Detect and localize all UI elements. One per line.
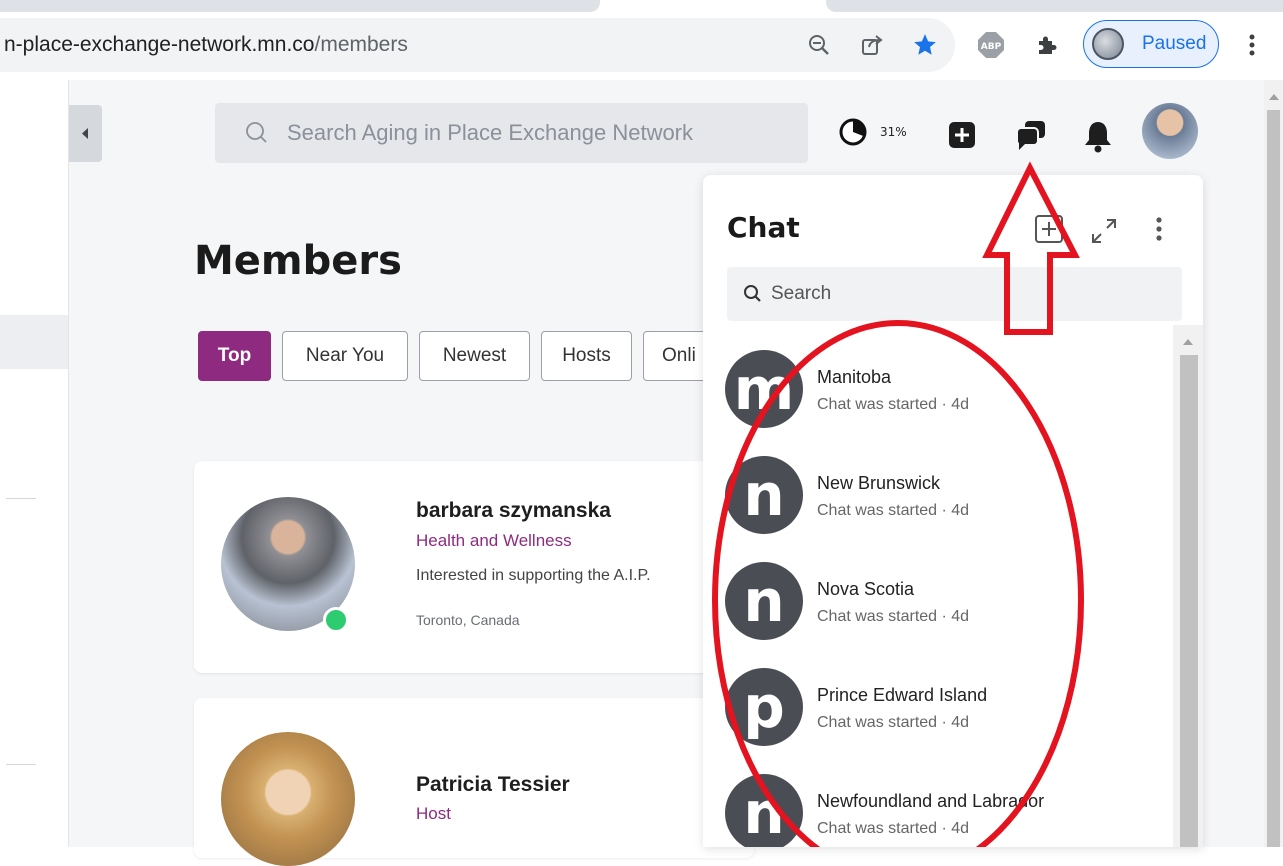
community-search-input[interactable]: Search Aging in Place Exchange Network — [215, 103, 808, 163]
chat-status-line: Chat was started · 4d — [817, 820, 970, 837]
chat-status: Chat was started — [817, 820, 938, 837]
chat-name: Newfoundland and Labrador — [817, 791, 1045, 811]
profile-paused-button[interactable]: Paused — [1083, 20, 1219, 68]
tab-hosts[interactable]: Hosts — [541, 331, 632, 381]
chat-conversation-item[interactable]: m Manitoba Chat was started · 4d — [725, 350, 1165, 442]
chat-status: Chat was started — [817, 714, 938, 731]
tab-strip-right — [826, 0, 1283, 12]
chat-conversation-item[interactable]: n Newfoundland and Labrador Chat was sta… — [725, 774, 1165, 847]
chat-avatar: p — [725, 668, 803, 746]
chat-title: Chat — [727, 211, 800, 244]
member-location: Toronto, Canada — [416, 612, 520, 628]
chat-status-line: Chat was started · 4d — [817, 502, 970, 519]
extensions-puzzle-icon[interactable] — [1032, 30, 1062, 60]
chat-conversation-item[interactable]: n Nova Scotia Chat was started · 4d — [725, 562, 1165, 654]
sidebar-collapse-button[interactable] — [69, 105, 102, 162]
member-card[interactable]: barbara szymanska Health and Wellness In… — [194, 461, 754, 673]
member-avatar[interactable] — [221, 732, 355, 866]
tab-strip-left — [0, 0, 600, 12]
chat-bubbles-icon — [1016, 121, 1045, 150]
left-sidebar — [0, 80, 69, 847]
chat-avatar: m — [725, 350, 803, 428]
chat-status: Chat was started — [817, 396, 938, 413]
tab-newest[interactable]: Newest — [419, 331, 530, 381]
online-status-dot — [323, 607, 349, 633]
page-scroll-thumb[interactable] — [1267, 110, 1280, 847]
profile-avatar — [1092, 28, 1124, 60]
chat-status: Chat was started — [817, 608, 938, 625]
scroll-up-arrow-icon[interactable] — [1266, 88, 1282, 107]
chat-status-line: Chat was started · 4d — [817, 608, 970, 625]
expand-icon — [1092, 219, 1116, 243]
chat-conversation-item[interactable]: n New Brunswick Chat was started · 4d — [725, 456, 1165, 548]
member-name[interactable]: Patricia Tessier — [416, 773, 570, 797]
chat-age: 4d — [951, 608, 970, 625]
new-chat-button[interactable] — [1033, 213, 1065, 245]
notifications-button[interactable] — [1082, 118, 1114, 154]
search-icon — [246, 122, 267, 143]
chat-name: New Brunswick — [817, 473, 941, 493]
chat-search-input[interactable]: Search — [727, 267, 1182, 321]
share-icon[interactable] — [858, 31, 886, 59]
sidebar-divider — [6, 764, 36, 765]
member-role: Host — [416, 804, 451, 823]
progress-percent: 31% — [880, 125, 907, 139]
search-icon — [744, 285, 761, 302]
zoom-out-icon[interactable] — [805, 31, 833, 59]
chat-name: Manitoba — [817, 367, 892, 387]
chat-avatar: n — [725, 562, 803, 640]
url-host: n-place-exchange-network.mn.co — [4, 33, 315, 56]
chat-age: 4d — [951, 714, 970, 731]
tab-near-you[interactable]: Near You — [282, 331, 408, 381]
chat-search-placeholder: Search — [771, 283, 832, 304]
url-text[interactable]: n-place-exchange-network.mn.co/members — [4, 33, 408, 57]
chat-status: Chat was started — [817, 502, 938, 519]
member-name[interactable]: barbara szymanska — [416, 499, 611, 523]
chat-scroll-thumb[interactable] — [1180, 355, 1198, 847]
chat-status-line: Chat was started · 4d — [817, 714, 970, 731]
chat-age: 4d — [951, 396, 970, 413]
plus-square-icon — [949, 122, 975, 148]
chat-button[interactable] — [1013, 117, 1049, 153]
more-vert-icon — [1156, 217, 1162, 241]
add-chat-icon — [1035, 215, 1063, 243]
user-avatar[interactable] — [1142, 103, 1198, 159]
chat-options-button[interactable] — [1153, 215, 1165, 245]
chat-avatar: n — [725, 774, 803, 847]
chat-status-line: Chat was started · 4d — [817, 396, 970, 413]
member-role: Health and Wellness — [416, 531, 572, 550]
sidebar-item-active[interactable] — [0, 315, 68, 369]
profile-status-label: Paused — [1142, 33, 1207, 54]
adblock-icon[interactable]: ABP — [976, 30, 1006, 60]
expand-chat-button[interactable] — [1089, 216, 1119, 246]
tab-top[interactable]: Top — [198, 331, 271, 381]
scroll-up-arrow-icon[interactable] — [1180, 333, 1196, 352]
bell-icon — [1085, 122, 1111, 153]
sidebar-divider — [6, 498, 36, 499]
chat-avatar: n — [725, 456, 803, 534]
progress-pie-icon[interactable] — [838, 117, 868, 147]
search-placeholder: Search Aging in Place Exchange Network — [287, 120, 694, 145]
member-bio: Interested in supporting the A.I.P. — [416, 567, 651, 584]
chat-name: Prince Edward Island — [817, 685, 988, 705]
member-card[interactable]: Patricia Tessier Host — [194, 698, 754, 866]
create-post-button[interactable] — [947, 120, 977, 150]
more-vert-icon[interactable] — [1240, 30, 1264, 60]
chat-name: Nova Scotia — [817, 579, 915, 599]
chat-conversation-item[interactable]: p Prince Edward Island Chat was started … — [725, 668, 1165, 760]
chat-age: 4d — [951, 820, 970, 837]
adblock-badge-text: ABP — [981, 42, 1002, 52]
chat-panel: Chat Search m Manitoba Chat was started … — [703, 175, 1203, 847]
url-path: /members — [314, 33, 408, 56]
page-title: Members — [194, 238, 402, 284]
bookmark-star-icon[interactable] — [910, 30, 940, 60]
chat-age: 4d — [951, 502, 970, 519]
